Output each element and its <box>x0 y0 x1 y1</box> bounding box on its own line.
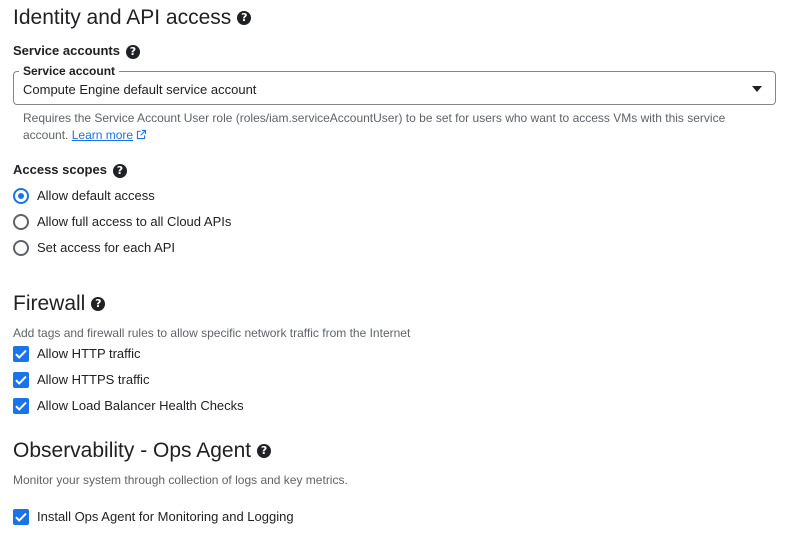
service-accounts-heading: Service accounts? <box>13 43 140 59</box>
checkmark-icon <box>15 401 27 411</box>
identity-title: Identity and API access <box>13 6 232 29</box>
hint-line-2: account. Learn more <box>23 127 783 144</box>
checkbox-allow-lb-health-checks[interactable] <box>13 398 29 414</box>
firewall-title: Firewall <box>13 292 86 315</box>
learn-more-link[interactable]: Learn more <box>72 128 133 142</box>
scope-label-default[interactable]: Allow default access <box>37 188 155 203</box>
access-scopes-heading-text: Access scopes <box>13 162 107 177</box>
section-title-observability: Observability - Ops Agent? <box>13 439 272 463</box>
scope-label-full[interactable]: Allow full access to all Cloud APIs <box>37 214 231 229</box>
help-icon[interactable]: ? <box>112 163 127 178</box>
open-in-new-icon[interactable] <box>136 129 147 140</box>
section-title-identity: Identity and API access? <box>13 6 252 30</box>
hint-line-1: Requires the Service Account User role (… <box>23 111 726 125</box>
observability-title: Observability - Ops Agent <box>13 439 252 462</box>
firewall-description: Add tags and firewall rules to allow spe… <box>13 326 411 340</box>
service-accounts-heading-text: Service accounts <box>13 43 120 58</box>
scope-label-each-api[interactable]: Set access for each API <box>37 240 175 255</box>
checkbox-install-ops-agent[interactable] <box>13 509 29 525</box>
checkmark-icon <box>15 349 27 359</box>
firewall-label-https[interactable]: Allow HTTPS traffic <box>37 372 149 387</box>
service-account-field-label: Service account <box>19 64 120 78</box>
firewall-label-http[interactable]: Allow HTTP traffic <box>37 346 141 361</box>
observability-description: Monitor your system through collection o… <box>13 473 348 487</box>
checkbox-allow-https[interactable] <box>13 372 29 388</box>
radio-allow-default-access[interactable] <box>13 188 29 204</box>
help-icon[interactable]: ? <box>91 297 106 312</box>
help-icon[interactable]: ? <box>257 444 272 459</box>
radio-allow-full-access[interactable] <box>13 214 29 230</box>
dropdown-caret-icon[interactable] <box>752 86 762 92</box>
ops-agent-label[interactable]: Install Ops Agent for Monitoring and Log… <box>37 509 294 524</box>
checkmark-icon <box>15 512 27 522</box>
section-title-firewall: Firewall? <box>13 292 106 316</box>
hint-line-2-prefix: account. <box>23 128 69 142</box>
firewall-label-lb-health-checks[interactable]: Allow Load Balancer Health Checks <box>37 398 244 413</box>
checkmark-icon <box>15 375 27 385</box>
service-account-hint: Requires the Service Account User role (… <box>23 110 783 144</box>
checkbox-allow-http[interactable] <box>13 346 29 362</box>
radio-set-access-each-api[interactable] <box>13 240 29 256</box>
help-icon[interactable]: ? <box>125 44 140 59</box>
help-icon[interactable]: ? <box>237 11 252 26</box>
access-scopes-heading: Access scopes? <box>13 162 127 178</box>
service-account-value[interactable]: Compute Engine default service account <box>23 82 256 97</box>
